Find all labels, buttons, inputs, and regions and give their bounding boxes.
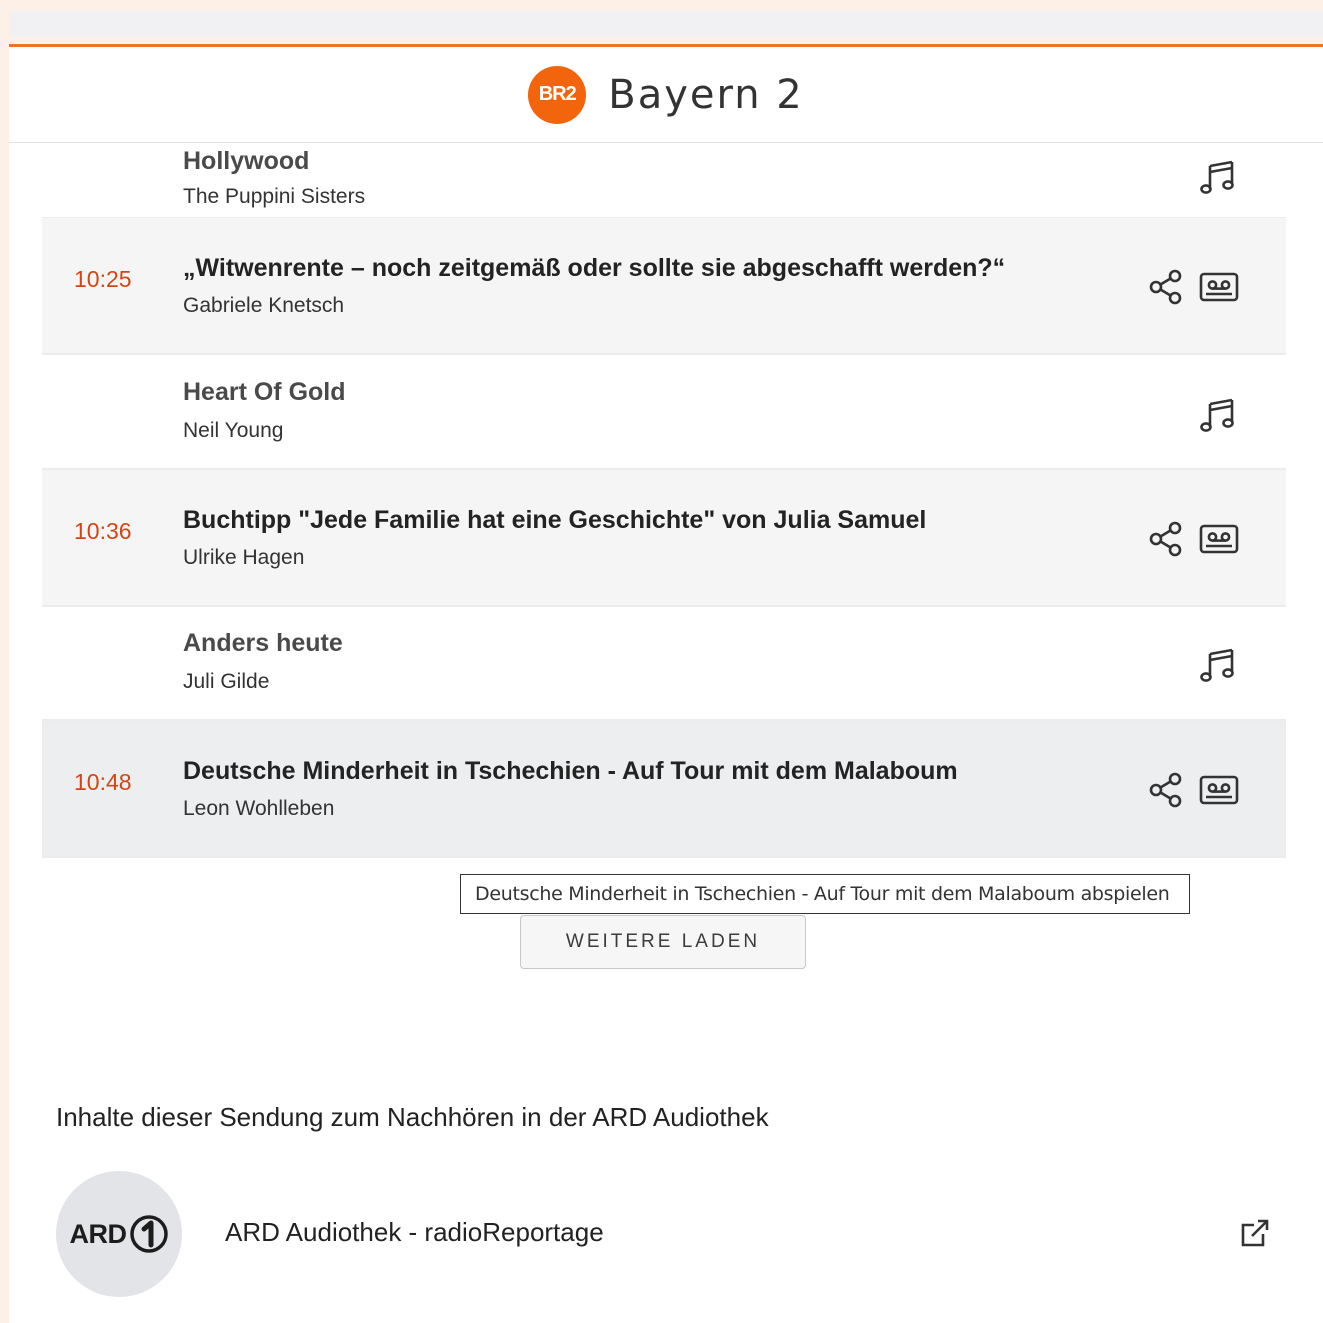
ard-logo[interactable]: ARD	[56, 1171, 182, 1297]
item-title[interactable]: Deutsche Minderheit in Tschechien - Auf …	[183, 757, 958, 786]
load-more-button[interactable]: WEITERE LADEN	[520, 915, 806, 969]
audiothek-section-title: Inhalte dieser Sendung zum Nachhören in …	[56, 1102, 769, 1132]
share-icon[interactable]	[1148, 520, 1184, 558]
station-name[interactable]: Bayern 2	[608, 72, 804, 118]
item-title[interactable]: Buchtipp "Jede Familie hat eine Geschich…	[183, 506, 926, 535]
item-author: Gabriele Knetsch	[183, 294, 345, 317]
music-note-icon	[1200, 398, 1234, 432]
item-title[interactable]: „Witwenrente – noch zeitgemäß oder sollt…	[183, 254, 1005, 283]
item-time: 10:36	[74, 518, 132, 544]
item-time: 10:25	[74, 266, 132, 292]
share-icon[interactable]	[1148, 268, 1184, 306]
cassette-icon[interactable]	[1199, 775, 1239, 805]
item-title: Anders heute	[183, 629, 343, 657]
page: BR2 Bayern 2 Hollywood The Puppini Siste…	[9, 44, 1323, 1323]
item-author: Leon Wohlleben	[183, 797, 335, 820]
br2-logo[interactable]: BR2	[528, 65, 587, 124]
item-artist: The Puppini Sisters	[183, 185, 366, 208]
audiothek-link[interactable]: ARD Audiothek - radioReportage	[225, 1217, 604, 1248]
music-note-icon	[1200, 160, 1234, 194]
playlist-item: Heart Of Gold Neil Young	[42, 355, 1286, 470]
item-title: Heart Of Gold	[183, 378, 346, 406]
item-time: 10:48	[74, 769, 132, 795]
cassette-icon[interactable]	[1199, 272, 1239, 302]
playlist-item: 10:25 „Witwenrente – noch zeitgemäß oder…	[42, 218, 1286, 355]
playlist-item: 10:36 Buchtipp "Jede Familie hat eine Ge…	[42, 470, 1286, 607]
ard-one-icon	[129, 1215, 168, 1253]
item-title: Hollywood	[183, 147, 310, 175]
site-header: BR2 Bayern 2	[9, 47, 1323, 143]
browser-top-strip	[9, 11, 1323, 37]
item-artist: Neil Young	[183, 419, 284, 442]
play-tooltip: Deutsche Minderheit in Tschechien - Auf …	[460, 874, 1190, 914]
item-artist: Juli Gilde	[183, 670, 270, 693]
external-link-icon[interactable]	[1239, 1217, 1271, 1249]
playlist-item: Anders heute Juli Gilde	[42, 607, 1286, 721]
ard-logo-text: ARD	[69, 1218, 128, 1249]
playlist-item: 10:48 Deutsche Minderheit in Tschechien …	[42, 721, 1286, 858]
share-icon[interactable]	[1148, 771, 1184, 809]
music-note-icon	[1200, 648, 1234, 682]
item-author: Ulrike Hagen	[183, 546, 305, 569]
cassette-icon[interactable]	[1199, 524, 1239, 554]
